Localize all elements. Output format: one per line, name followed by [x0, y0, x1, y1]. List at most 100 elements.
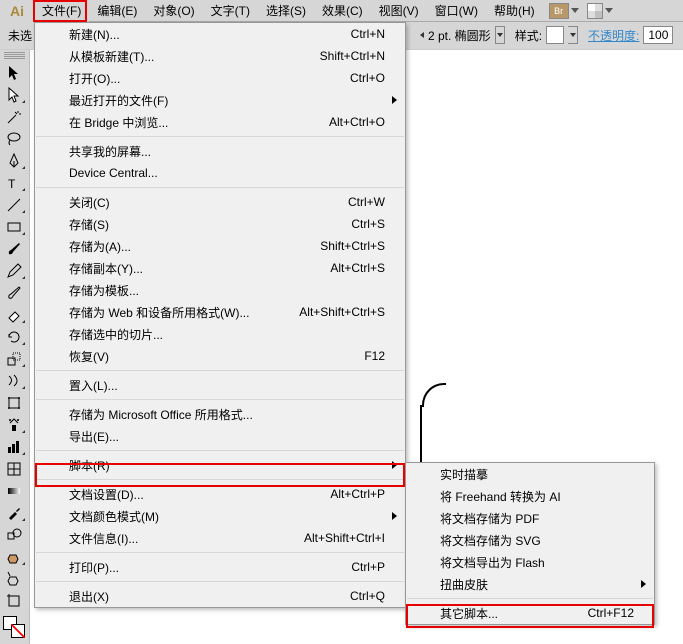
line-tool[interactable] [0, 194, 28, 216]
blend-tool[interactable] [0, 524, 28, 546]
file-menu-item[interactable]: 置入(L)... [35, 374, 405, 396]
blob-brush-tool[interactable] [0, 282, 28, 304]
file-menu-separator [36, 187, 404, 188]
stroke-swatch[interactable] [11, 624, 25, 638]
file-menu-item-label: 恢复(V) [69, 348, 364, 365]
file-menu-item-label: 打开(O)... [69, 70, 350, 87]
file-menu-item[interactable]: 存储副本(Y)...Alt+Ctrl+S [35, 257, 405, 279]
pen-tool[interactable] [0, 150, 28, 172]
file-menu-item[interactable]: 文档设置(D)...Alt+Ctrl+P [35, 483, 405, 505]
file-menu-item[interactable]: 从模板新建(T)...Shift+Ctrl+N [35, 45, 405, 67]
arrange-dropdown-icon[interactable] [605, 8, 613, 13]
file-menu-item[interactable]: 在 Bridge 中浏览...Alt+Ctrl+O [35, 111, 405, 133]
file-menu-item[interactable]: 最近打开的文件(F) [35, 89, 405, 111]
file-menu-item[interactable]: 打印(P)...Ctrl+P [35, 556, 405, 578]
file-menu-item[interactable]: 脚本(R) [35, 454, 405, 476]
file-menu-item[interactable]: 导出(E)... [35, 425, 405, 447]
opacity-value[interactable]: 100 [643, 26, 673, 44]
file-menu-item[interactable]: Device Central... [35, 162, 405, 184]
file-menu-item-shortcut: Alt+Ctrl+P [330, 487, 385, 501]
menu-help[interactable]: 帮助(H) [486, 0, 543, 22]
script-menu-item[interactable]: 将文档存储为 PDF [406, 507, 654, 529]
script-menu-item[interactable]: 其它脚本...Ctrl+F12 [406, 602, 654, 624]
file-menu-item[interactable]: 存储为模板... [35, 279, 405, 301]
bridge-dropdown-icon[interactable] [571, 8, 579, 13]
file-menu-item[interactable]: 存储(S)Ctrl+S [35, 213, 405, 235]
script-menu-item[interactable]: 将文档存储为 SVG [406, 529, 654, 551]
menu-object[interactable]: 对象(O) [145, 0, 202, 22]
submenu-arrow-icon [641, 580, 646, 588]
artboard-tool[interactable] [0, 590, 28, 612]
menu-select[interactable]: 选择(S) [258, 0, 314, 22]
script-menu-item[interactable]: 将 Freehand 转换为 AI [406, 485, 654, 507]
menu-effect[interactable]: 效果(C) [314, 0, 371, 22]
file-menu-separator [36, 370, 404, 371]
file-menu-item-label: 文档设置(D)... [69, 486, 330, 503]
file-menu-item-shortcut: F12 [364, 349, 385, 363]
file-menu-item[interactable]: 新建(N)...Ctrl+N [35, 23, 405, 45]
file-menu-item[interactable]: 存储为 Microsoft Office 所用格式... [35, 403, 405, 425]
stroke-prev-icon[interactable] [420, 32, 424, 38]
script-menu-item[interactable]: 扭曲皮肤 [406, 573, 654, 595]
file-menu-item[interactable]: 存储选中的切片... [35, 323, 405, 345]
lasso-tool[interactable] [0, 128, 28, 150]
direct-selection-tool[interactable] [0, 84, 28, 106]
fill-stroke-swatches[interactable] [0, 614, 28, 644]
stroke-dropdown[interactable] [495, 26, 505, 44]
warp-tool[interactable] [0, 370, 28, 392]
magic-wand-tool[interactable] [0, 106, 28, 128]
scale-tool[interactable] [0, 348, 28, 370]
file-menu-item-label: 存储选中的切片... [69, 326, 385, 343]
file-menu-item[interactable]: 恢复(V)F12 [35, 345, 405, 367]
style-swatch[interactable] [546, 26, 564, 44]
live-paint-tool[interactable] [0, 546, 28, 568]
file-menu-item-label: 关闭(C) [69, 194, 348, 211]
eyedropper-tool[interactable] [0, 502, 28, 524]
type-tool[interactable]: T [0, 172, 28, 194]
file-menu-item-shortcut: Alt+Ctrl+S [330, 261, 385, 275]
script-menu-item[interactable]: 实时描摹 [406, 463, 654, 485]
file-menu-item[interactable]: 存储为 Web 和设备所用格式(W)...Alt+Shift+Ctrl+S [35, 301, 405, 323]
file-menu-item[interactable]: 文档颜色模式(M) [35, 505, 405, 527]
menu-edit[interactable]: 编辑(E) [89, 0, 145, 22]
menu-view[interactable]: 视图(V) [371, 0, 427, 22]
panel-grip[interactable] [4, 52, 25, 60]
script-menu-item-label: 其它脚本... [440, 605, 588, 622]
file-menu-item-label: 在 Bridge 中浏览... [69, 114, 329, 131]
free-transform-tool[interactable] [0, 392, 28, 414]
rotate-tool[interactable] [0, 326, 28, 348]
paintbrush-tool[interactable] [0, 238, 28, 260]
menu-window[interactable]: 窗口(W) [427, 0, 486, 22]
file-menu-item[interactable]: 关闭(C)Ctrl+W [35, 191, 405, 213]
file-menu-item-label: 存储为模板... [69, 282, 385, 299]
file-menu-item[interactable]: 打开(O)...Ctrl+O [35, 67, 405, 89]
arrange-icon[interactable] [587, 3, 603, 19]
pencil-tool[interactable] [0, 260, 28, 282]
file-menu-item-label: 脚本(R) [69, 457, 385, 474]
file-menu-item[interactable]: 退出(X)Ctrl+Q [35, 585, 405, 607]
style-dropdown[interactable] [568, 26, 578, 44]
rectangle-tool[interactable] [0, 216, 28, 238]
bridge-button[interactable]: Br [549, 3, 569, 19]
selection-tool[interactable] [0, 62, 28, 84]
eraser-tool[interactable] [0, 304, 28, 326]
live-paint-selection-tool[interactable] [0, 568, 28, 590]
file-menu-item-shortcut: Ctrl+Q [350, 589, 385, 603]
menu-type[interactable]: 文字(T) [203, 0, 258, 22]
graph-tool[interactable] [0, 436, 28, 458]
file-menu-item-shortcut: Shift+Ctrl+S [320, 239, 385, 253]
file-menu-item[interactable]: 存储为(A)...Shift+Ctrl+S [35, 235, 405, 257]
script-menu-item-label: 将 Freehand 转换为 AI [440, 488, 634, 505]
script-submenu: 实时描摹将 Freehand 转换为 AI 将文档存储为 PDF将文档存储为 SV… [405, 462, 655, 625]
symbol-sprayer-tool[interactable] [0, 414, 28, 436]
script-menu-item[interactable]: 将文档导出为 Flash [406, 551, 654, 573]
gradient-tool[interactable] [0, 480, 28, 502]
opacity-label[interactable]: 不透明度: [588, 27, 639, 44]
file-menu-separator [36, 479, 404, 480]
file-menu-item[interactable]: 文件信息(I)...Alt+Shift+Ctrl+I [35, 527, 405, 549]
file-menu-item[interactable]: 共享我的屏幕... [35, 140, 405, 162]
menu-file[interactable]: 文件(F) [34, 0, 89, 22]
mesh-tool[interactable] [0, 458, 28, 480]
file-menu-item-shortcut: Alt+Ctrl+O [329, 115, 385, 129]
submenu-arrow-icon [392, 96, 397, 104]
